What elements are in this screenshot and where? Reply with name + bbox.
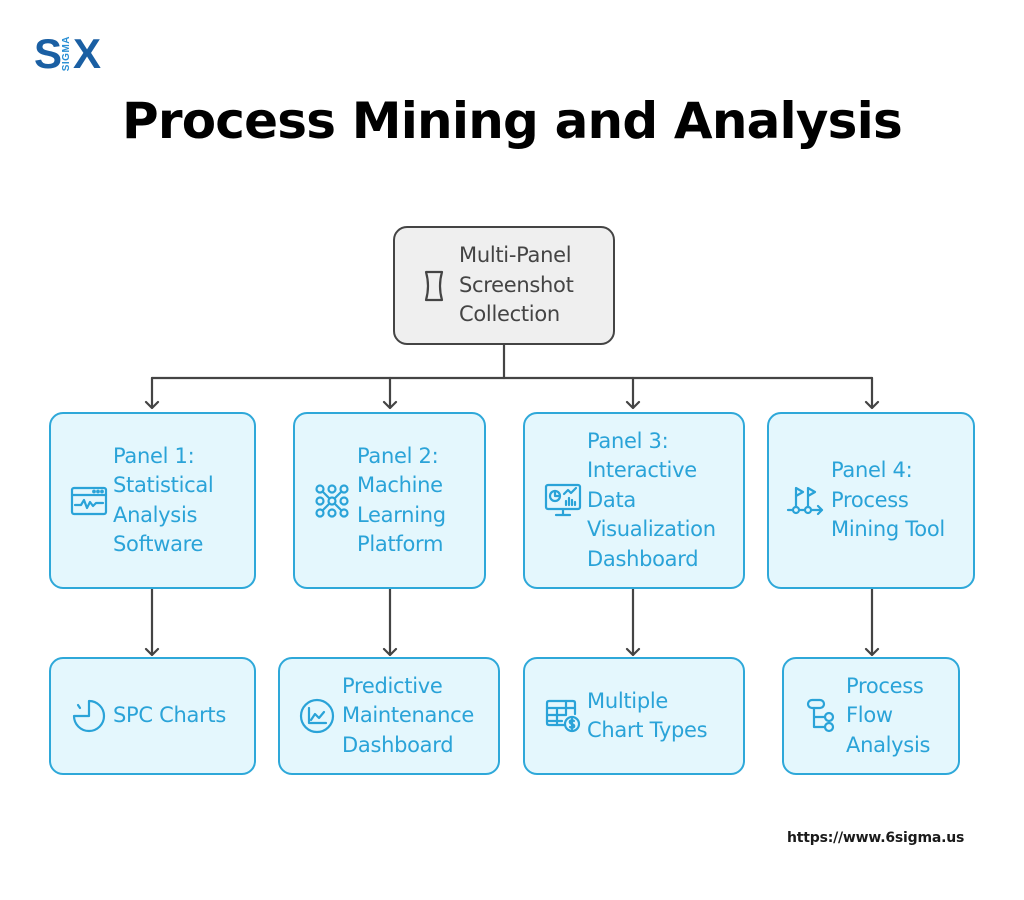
- arrow-to-panel-3: [625, 376, 641, 410]
- logo-letter-s: S: [34, 30, 62, 77]
- panel-1-line-1: Panel 1:: [113, 443, 195, 468]
- panel-2-line-1: Panel 2:: [357, 443, 439, 468]
- root-label-line-3: Collection: [459, 302, 560, 327]
- panel-4-line-1: Panel 4:: [831, 458, 913, 483]
- root-label-line-2: Screenshot: [459, 272, 574, 297]
- arrow-to-panel-4: [864, 376, 880, 410]
- panel-3-line-4: Visualization: [587, 517, 716, 542]
- output-process-flow-analysis-node: Process Flow Analysis: [782, 657, 960, 775]
- panel-2-line-3: Learning: [357, 502, 446, 527]
- panel-2-line-2: Machine: [357, 473, 443, 497]
- arrow-to-panel-1: [144, 376, 160, 410]
- sixsigma-logo: S SIGMA X: [34, 30, 101, 77]
- output-4-line-3: Analysis: [846, 732, 931, 757]
- panel-1-line-4: Software: [113, 532, 204, 556]
- panel-1-line-3: Analysis: [113, 502, 198, 527]
- output-predictive-maintenance-node: Predictive Maintenance Dashboard: [278, 657, 500, 775]
- output-3-line-2: Chart Types: [587, 718, 708, 742]
- panel-2-line-4: Platform: [357, 532, 444, 556]
- root-node-multi-panel-collection: Multi-Panel Screenshot Collection: [393, 226, 615, 345]
- panel-2-machine-learning-node: Panel 2: Machine Learning Platform: [293, 412, 486, 589]
- page-title: Process Mining and Analysis: [122, 92, 903, 150]
- panel-3-line-3: Data: [587, 487, 636, 512]
- hourglass-frame-icon: [395, 269, 459, 303]
- arrow-panel-4-to-output: [864, 587, 880, 657]
- monitor-waveform-icon: [51, 485, 113, 517]
- table-dollar-icon: [525, 697, 587, 735]
- panel-4-process-mining-node: Panel 4: Process Mining Tool: [767, 412, 975, 589]
- output-2-line-3: Dashboard: [342, 732, 454, 757]
- arrow-panel-1-to-output: [144, 587, 160, 657]
- footer-url-link[interactable]: https://www.6sigma.us: [787, 830, 964, 846]
- output-multiple-chart-types-node: Multiple Chart Types: [523, 657, 745, 775]
- output-4-line-2: Flow: [846, 703, 893, 728]
- arrow-to-panel-2: [382, 376, 398, 410]
- panel-3-line-5: Dashboard: [587, 546, 699, 571]
- panel-4-line-3: Mining Tool: [831, 517, 945, 542]
- output-4-line-1: Process: [846, 673, 924, 698]
- panel-1-statistical-analysis-node: Panel 1: Statistical Analysis Software: [49, 412, 256, 589]
- panel-1-line-2: Statistical: [113, 473, 214, 497]
- panel-3-line-2: Interactive: [587, 458, 697, 483]
- output-2-line-1: Predictive: [342, 673, 443, 698]
- output-1-line-1: SPC Charts: [113, 703, 226, 728]
- panel-4-line-2: Process: [831, 487, 909, 512]
- flags-route-icon: [769, 484, 831, 518]
- line-chart-circle-icon: [280, 697, 342, 735]
- dashboard-monitor-icon: [525, 483, 587, 519]
- panel-3-line-1: Panel 3:: [587, 428, 669, 453]
- arrow-panel-3-to-output: [625, 587, 641, 657]
- logo-sigma-text: SIGMA: [61, 36, 73, 72]
- panel-3-data-visualization-node: Panel 3: Interactive Data Visualization …: [523, 412, 745, 589]
- pie-chart-icon: [51, 697, 113, 735]
- logo-letter-x: X: [73, 30, 101, 77]
- root-label-line-1: Multi-Panel: [459, 243, 572, 268]
- arrow-panel-2-to-output: [382, 587, 398, 657]
- output-spc-charts-node: SPC Charts: [49, 657, 256, 775]
- output-2-line-2: Maintenance: [342, 703, 474, 728]
- output-3-line-1: Multiple: [587, 688, 669, 713]
- neural-network-nodes-icon: [295, 482, 357, 520]
- flow-tree-icon: [784, 697, 846, 735]
